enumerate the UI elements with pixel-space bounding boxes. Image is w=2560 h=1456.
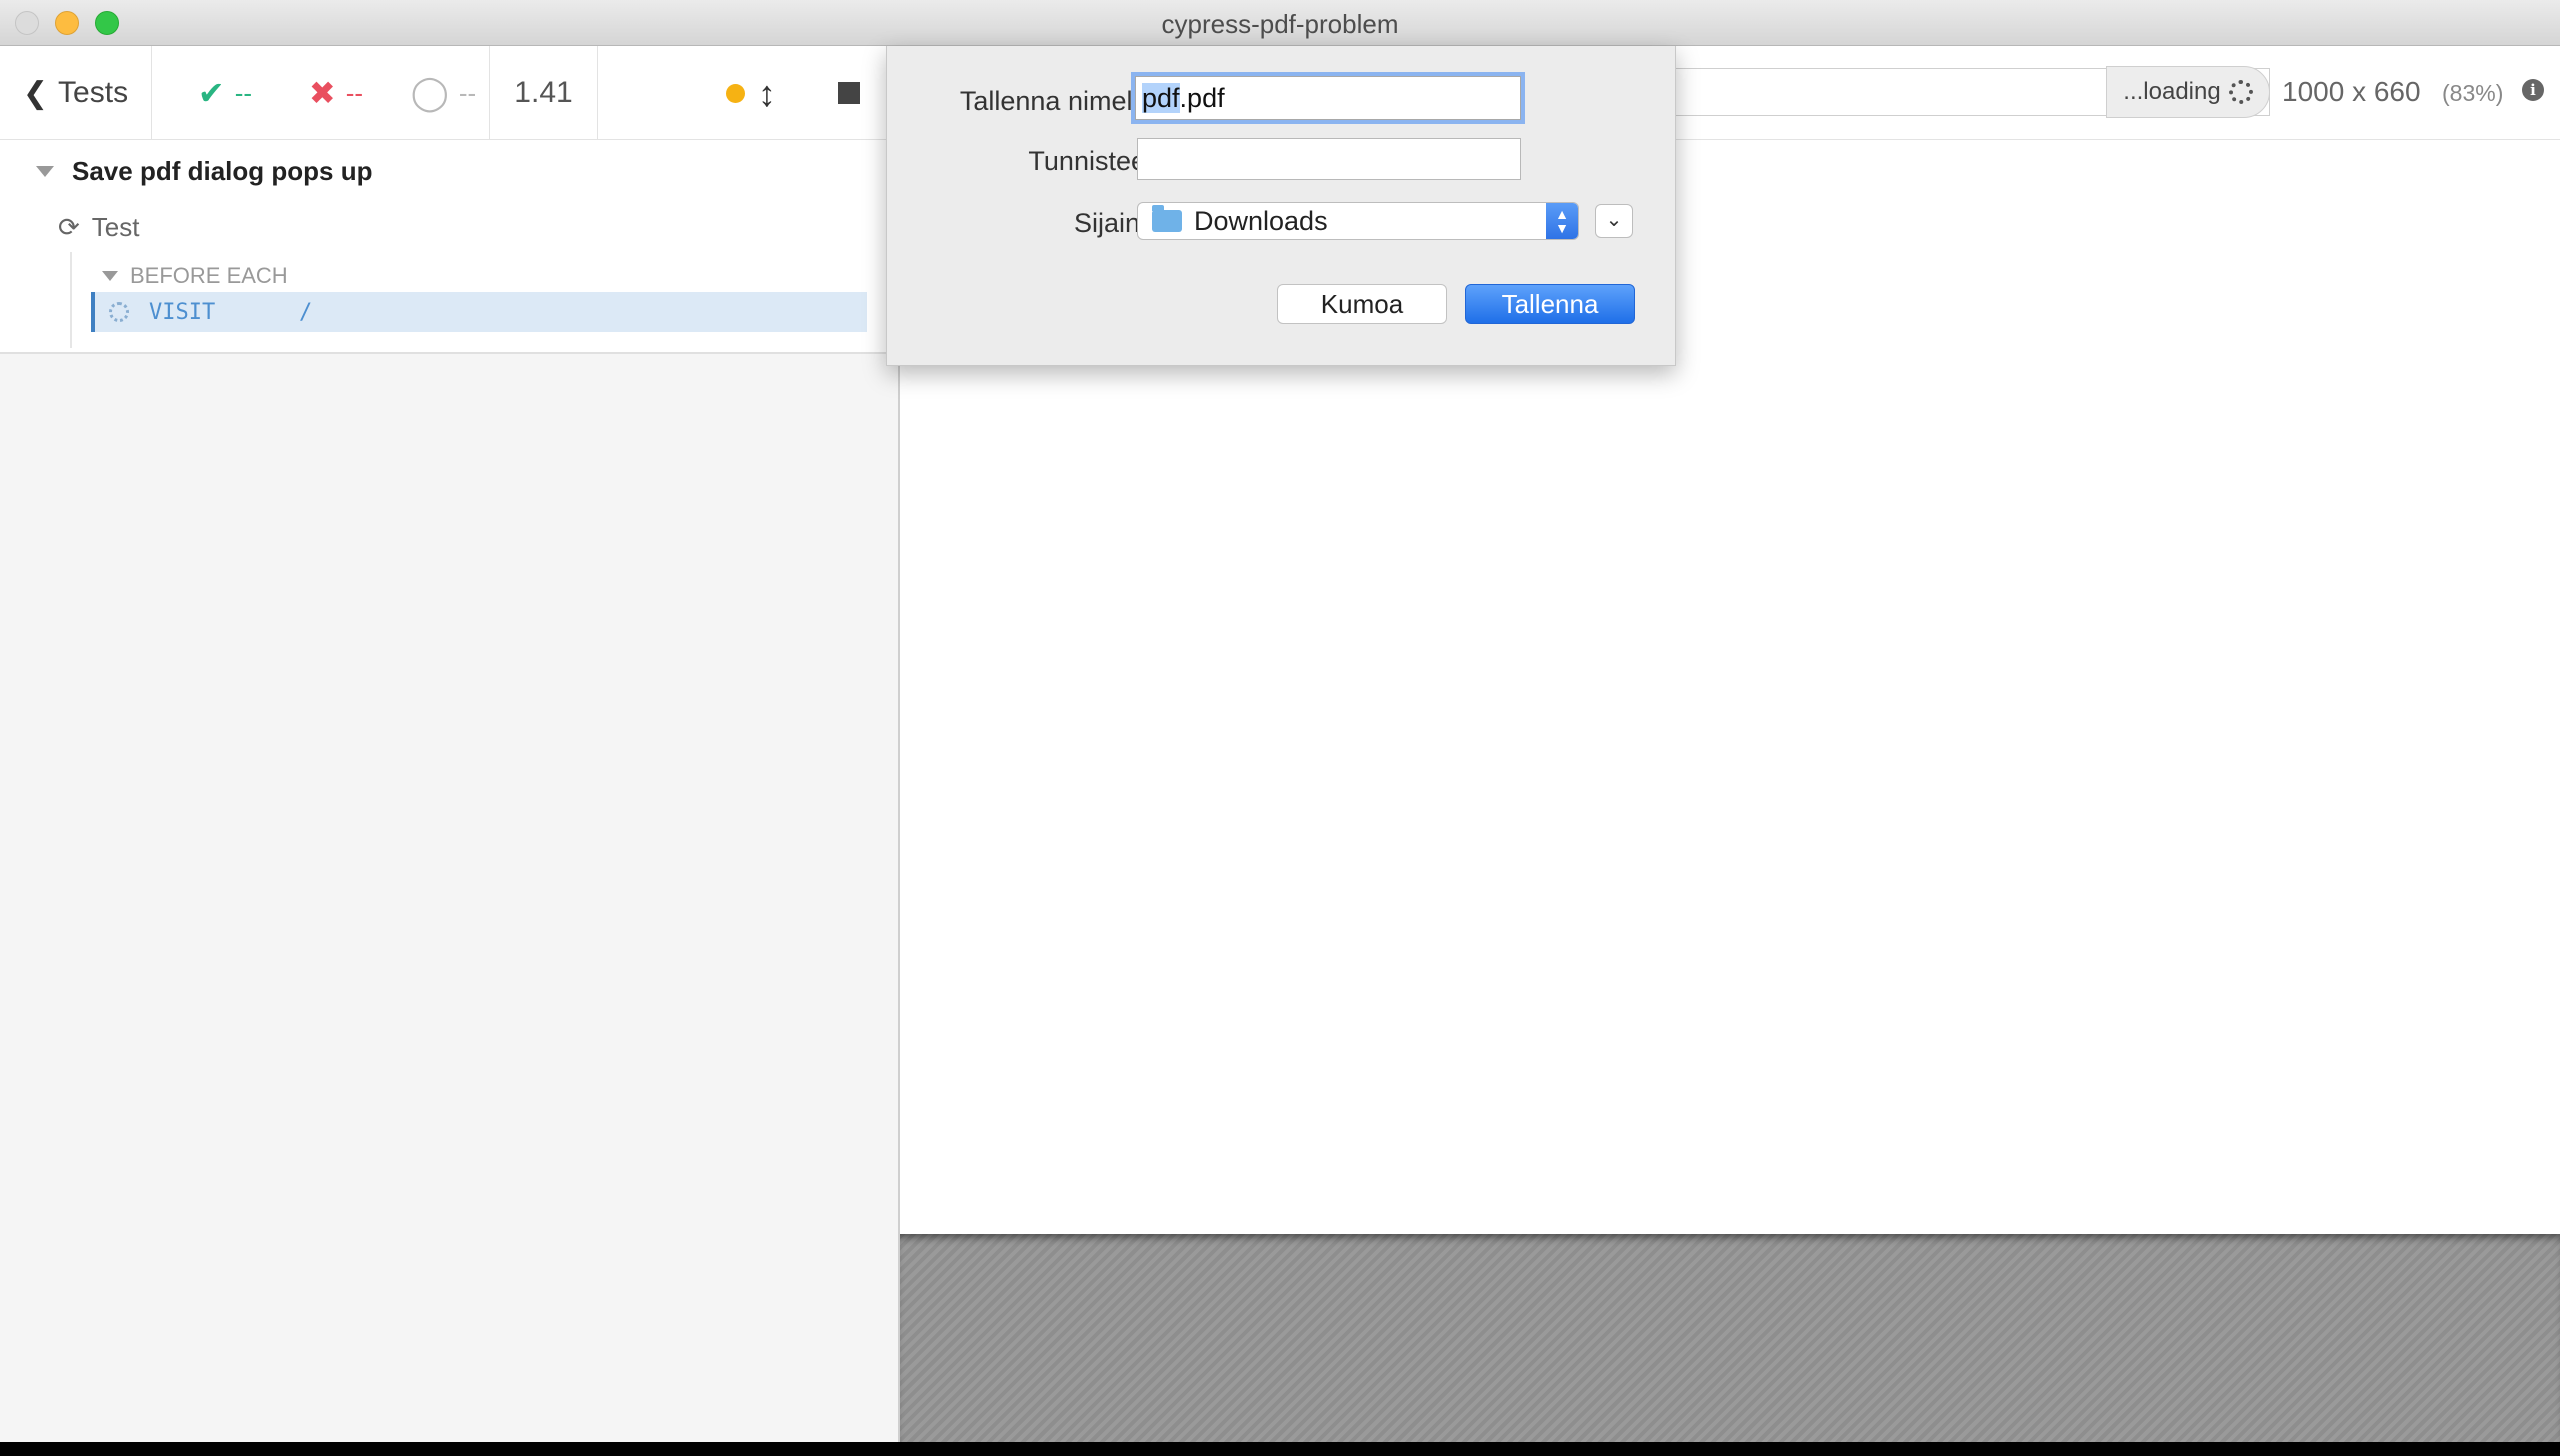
caret-down-icon <box>36 165 54 177</box>
check-icon: ✔ <box>197 75 225 111</box>
hook-row[interactable]: BEFORE EACH <box>102 256 288 296</box>
command-row[interactable]: VISIT / <box>91 292 867 332</box>
chevron-down-icon: ⌄ <box>1605 209 1623 231</box>
spinner-icon <box>109 302 129 322</box>
where-value: Downloads <box>1194 205 1328 236</box>
save-as-label: Tallenna nimellä: <box>959 86 1161 116</box>
chevron-left-icon: ❮ <box>22 76 49 110</box>
running-dot-icon <box>726 84 745 103</box>
loading-indicator: ...loading <box>2106 66 2270 118</box>
tags-field[interactable] <box>1137 138 1521 180</box>
pending-count: -- <box>458 77 477 108</box>
title-bar: cypress-pdf-problem <box>0 0 2560 46</box>
where-select[interactable]: Downloads ▲ ▼ <box>1137 202 1579 240</box>
arrows-vertical-icon[interactable]: ↕ <box>758 72 776 116</box>
loading-text: ...loading <box>2123 78 2221 105</box>
hook-title: BEFORE EACH <box>130 263 288 288</box>
spinner-icon <box>2228 80 2253 104</box>
viewport-size: 1000 x 660 <box>2282 76 2421 107</box>
passed-stat: ✔ -- <box>170 46 280 140</box>
stop-button[interactable] <box>838 82 860 104</box>
test-row[interactable]: ⟳ Test <box>58 204 139 250</box>
passed-count: -- <box>234 77 253 108</box>
save-dialog: Tallenna nimellä: pdf.pdf Tunnisteet: Si… <box>886 46 1676 366</box>
select-arrows-icon: ▲ ▼ <box>1546 203 1578 239</box>
aut-background <box>900 1234 2560 1442</box>
suite-row[interactable]: Save pdf dialog pops up <box>36 148 372 194</box>
reporter-runnables: Save pdf dialog pops up ⟳ Test BEFORE EA… <box>0 140 900 354</box>
test-title: Test <box>91 211 140 242</box>
x-icon: ✖ <box>308 75 336 111</box>
command-name: VISIT <box>149 299 216 325</box>
tests-label: Tests <box>58 76 129 109</box>
hook-divider <box>70 252 72 348</box>
command-message: / <box>299 299 313 325</box>
failed-stat: ✖ -- <box>286 46 386 140</box>
window-title: cypress-pdf-problem <box>1161 9 1399 39</box>
save-as-field[interactable]: pdf.pdf <box>1135 76 1521 120</box>
app-window: cypress-pdf-problem ❮ Tests ✔ -- ✖ -- ◯ … <box>0 0 2560 1442</box>
folder-icon <box>1152 205 1182 232</box>
save-button[interactable]: Tallenna <box>1465 284 1635 324</box>
pending-stat: ◯ -- <box>398 46 490 140</box>
info-icon[interactable]: i <box>2522 79 2544 101</box>
expand-dialog-button[interactable]: ⌄ <box>1595 204 1633 238</box>
reporter-empty-area <box>0 354 898 1442</box>
viewport-scale: (83%) <box>2442 80 2504 106</box>
save-as-extension: .pdf <box>1179 83 1225 113</box>
cancel-button[interactable]: Kumoa <box>1277 284 1447 324</box>
suite-title: Save pdf dialog pops up <box>72 155 373 186</box>
refresh-icon: ⟳ <box>58 211 80 242</box>
caret-down-icon <box>102 271 118 281</box>
duration: 1.41 <box>490 46 598 140</box>
back-to-tests-button[interactable]: ❮ Tests <box>0 46 152 140</box>
circle-icon: ◯ <box>410 74 449 112</box>
save-as-selected-text: pdf <box>1142 83 1180 113</box>
failed-count: -- <box>345 77 364 108</box>
